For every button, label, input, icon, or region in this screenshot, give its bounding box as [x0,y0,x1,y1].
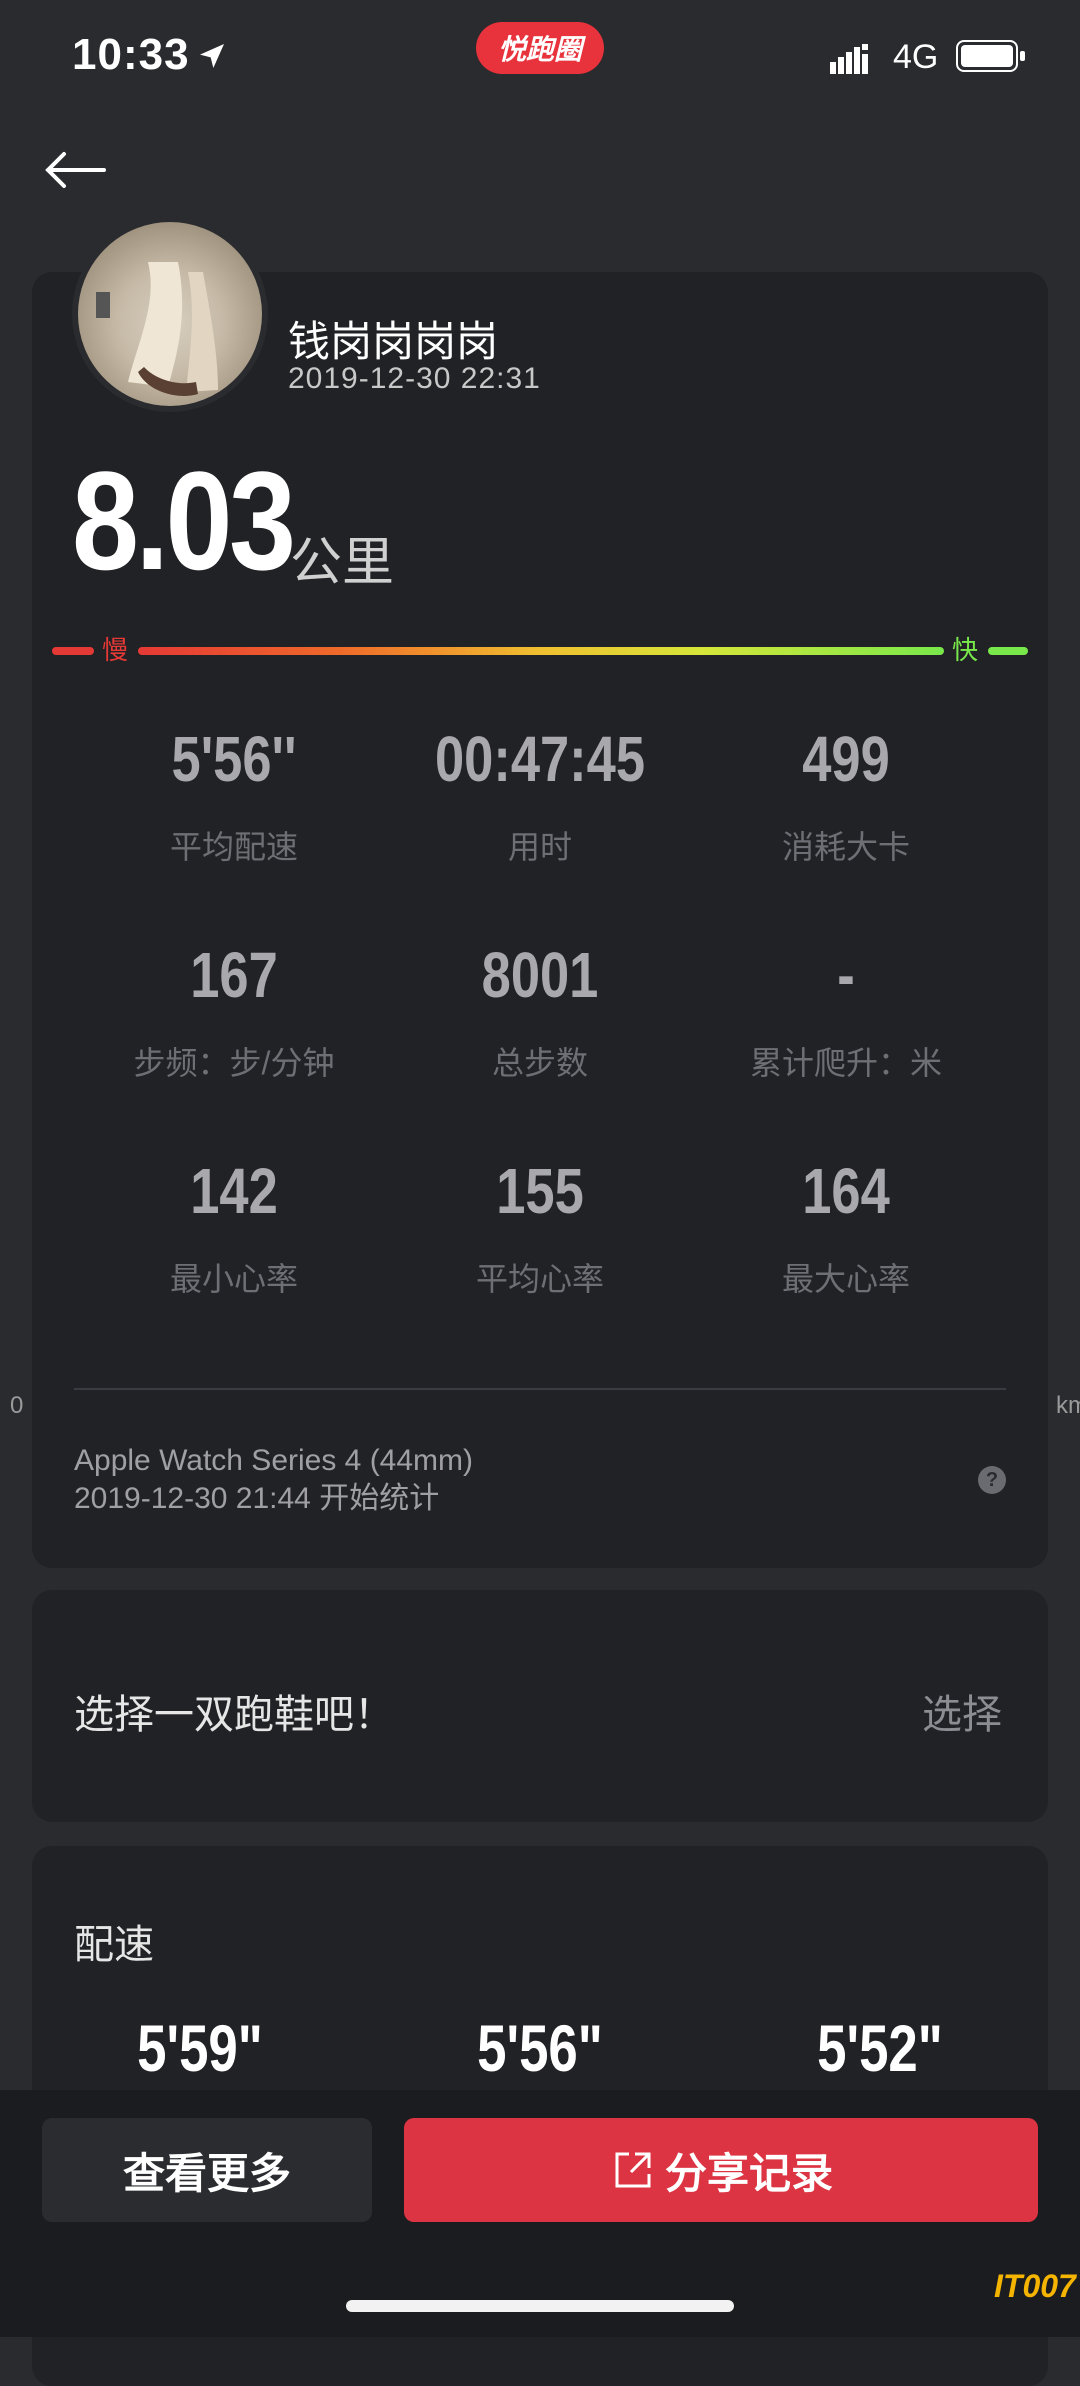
stat-total-steps: 8001 总步数 [390,938,690,1084]
stat-avg-heart-rate: 155 平均心率 [390,1154,690,1300]
stat-label: 累计爬升：米 [749,1045,942,1081]
speed-gradient [138,647,944,655]
stat-avg-pace: 5'56'' 平均配速 [84,722,384,868]
stat-value: 155 [496,1155,584,1227]
distance-unit: 公里 [290,534,395,592]
stat-label: 最大心率 [781,1261,910,1297]
stat-label: 最小心率 [169,1261,298,1297]
share-record-label: 分享记录 [664,2149,833,2197]
watermark: IT007 [994,2268,1076,2304]
status-bar: 10:33 悦跑圈 4G [0,0,1080,110]
slow-segment [52,647,94,655]
status-time: 10:33 [72,30,190,79]
signal-icon [830,44,868,74]
stat-duration: 00:47:45 用时 [390,722,690,868]
stat-value: 5'56'' [171,723,297,795]
map-axis-end: km [1056,1392,1080,1419]
pace-value: 5'56" [477,2011,603,2085]
stat-label: 总步数 [491,1045,588,1081]
stat-label: 平均配速 [169,829,298,865]
speed-legend: 慢 快 [52,635,1028,665]
stat-label: 消耗大卡 [781,829,910,865]
back-arrow-icon[interactable] [40,150,110,190]
view-more-label: 查看更多 [122,2149,291,2197]
stat-label: 步频：步/分钟 [133,1045,335,1081]
fast-segment [988,647,1028,655]
network-type: 4G [893,38,939,76]
share-record-button[interactable]: 分享记录 [404,2118,1038,2222]
username[interactable]: 钱岗岗岗岗 [288,308,498,369]
divider [74,1388,1006,1390]
stat-value: 142 [190,1155,278,1227]
app-badge: 悦跑圈 [476,22,604,74]
run-datetime: 2019-12-30 22:31 [288,362,541,395]
stat-min-heart-rate: 142 最小心率 [84,1154,384,1300]
fast-label: 快 [952,635,979,665]
stat-elevation: - 累计爬升：米 [696,938,996,1084]
stat-value: 164 [802,1155,890,1227]
stat-max-heart-rate: 164 最大心率 [696,1154,996,1300]
stat-value: 499 [802,723,890,795]
view-more-button[interactable]: 查看更多 [42,2118,372,2222]
location-arrow-icon [200,44,224,68]
avatar[interactable] [72,216,268,412]
distance-value: 8.03 [72,442,296,599]
stat-value: - [837,939,855,1011]
choose-shoe-button[interactable]: 选择 [922,1682,1002,1740]
map-axis-start: 0 [10,1392,24,1419]
stat-value: 00:47:45 [434,723,646,795]
slow-label: 慢 [102,635,129,665]
avatar-photo-icon [96,262,218,396]
stat-label: 平均心率 [475,1261,604,1297]
help-icon[interactable]: ? [978,1466,1006,1494]
stat-calories: 499 消耗大卡 [696,722,996,868]
stat-cadence: 167 步频：步/分钟 [84,938,384,1084]
battery-icon [956,40,1025,72]
home-indicator [346,2300,734,2312]
pace-value: 5'59" [137,2011,263,2085]
pace-value: 5'52" [817,2011,943,2085]
stat-value: 8001 [481,939,599,1011]
pace-title: 配速 [74,1923,154,1967]
share-icon [615,2152,651,2188]
stat-label: 用时 [507,829,572,865]
stat-value: 167 [190,939,278,1011]
device-name: Apple Watch Series 4 (44mm) [74,1444,474,1477]
device-start-time: 2019-12-30 21:44 开始统计 [74,1482,440,1515]
shoe-prompt: 选择一双跑鞋吧！ [74,1693,394,1737]
device-info: Apple Watch Series 4 (44mm) 2019-12-30 2… [74,1442,473,1518]
